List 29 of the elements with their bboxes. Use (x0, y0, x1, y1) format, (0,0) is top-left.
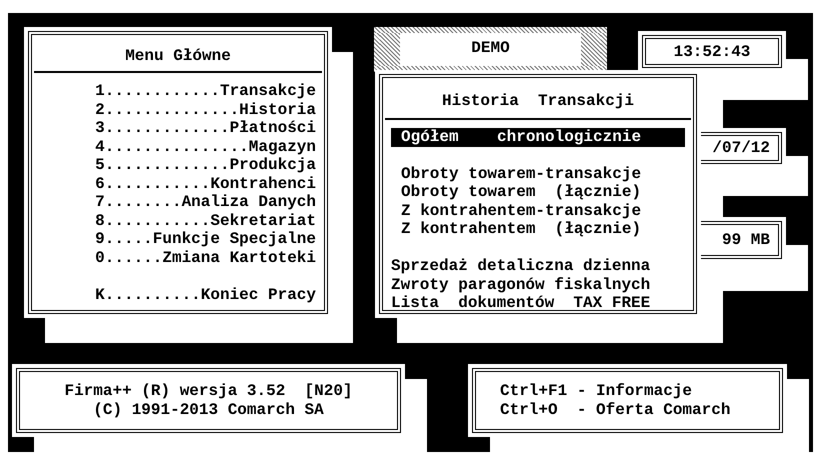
date-text: /07/12 (712, 139, 770, 157)
menu-item[interactable]: 8...........Sekretariat (80, 212, 316, 230)
menu-item[interactable]: 9.....Funkcje Specjalne (80, 230, 316, 248)
menu-item[interactable]: K..........Koniec Pracy (80, 286, 316, 304)
window-title: Menu Główne (124, 46, 232, 67)
menu-item[interactable]: Ogółem chronologicznie (391, 128, 685, 146)
menu-item[interactable]: 5.............Produkcja (80, 156, 316, 174)
menu-item[interactable]: Obroty towarem-transakcje (391, 164, 652, 183)
menu-item[interactable]: Z kontrahentem (łącznie) (391, 220, 652, 238)
menu-item[interactable]: Zwroty paragonów fiskalnych (391, 276, 650, 294)
menu-item[interactable]: 6...........Kontrahenci (80, 174, 316, 193)
menu-item[interactable]: Sprzedaż detaliczna dzienna (391, 257, 650, 276)
clock-text: 13:52:43 (674, 42, 750, 60)
menu-item[interactable]: 4...............Magazyn (80, 138, 316, 156)
menu-item[interactable]: Obroty towarem (łącznie) (391, 183, 652, 202)
version-text: Firma++ (R) wersja 3.52 [N20] (64, 382, 353, 400)
menu-item[interactable]: 0......Zmiana Kartoteki (80, 248, 316, 267)
menu-item[interactable]: Lista dokumentów TAX FREE (391, 294, 650, 312)
shortcut-text: Ctrl+O - Oferta Comarch (500, 400, 732, 419)
window-title: DEMO (400, 33, 581, 66)
memory-text: 99 MB (722, 231, 770, 249)
window-title: Historia Transakcji (440, 91, 636, 112)
menu-item[interactable]: 7........Analiza Danych (80, 193, 316, 212)
menu-item[interactable]: Z kontrahentem-transakcje (391, 202, 652, 220)
menu-item[interactable]: 1............Transakcje (80, 82, 316, 100)
shortcut-text: Ctrl+F1 - Informacje (500, 382, 694, 400)
menu-item[interactable]: 2..............Historia (80, 100, 316, 119)
version-text: (C) 1991-2013 Comarch SA (93, 400, 324, 419)
menu-item[interactable]: 3.............Płatności (80, 119, 316, 138)
